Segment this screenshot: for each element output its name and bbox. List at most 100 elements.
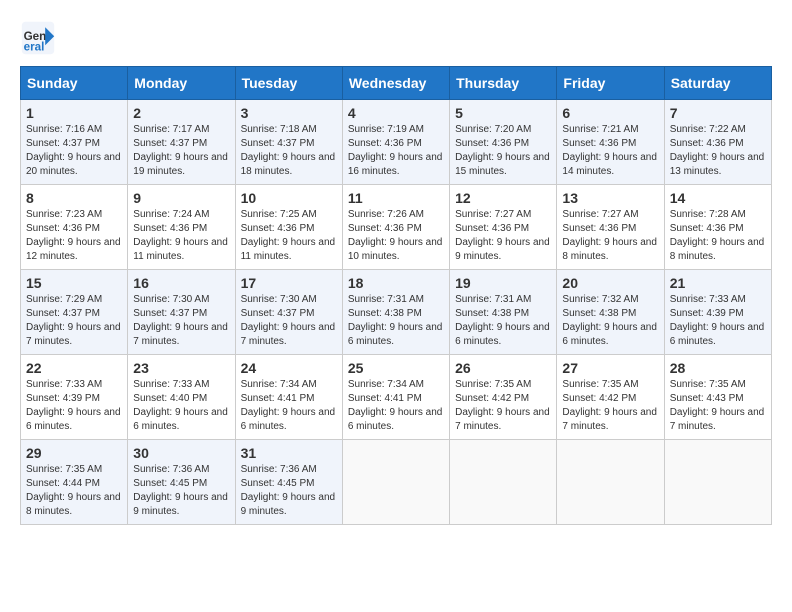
calendar-cell: 24 Sunrise: 7:34 AM Sunset: 4:41 PM Dayli… <box>235 355 342 440</box>
cell-info: Sunrise: 7:35 AM Sunset: 4:44 PM Dayligh… <box>26 463 122 519</box>
calendar-cell <box>450 440 557 525</box>
calendar-cell: 26 Sunrise: 7:35 AM Sunset: 4:42 PM Dayli… <box>450 355 557 440</box>
calendar-cell: 14 Sunrise: 7:28 AM Sunset: 4:36 PM Dayli… <box>664 185 771 270</box>
calendar-cell: 11 Sunrise: 7:26 AM Sunset: 4:36 PM Dayli… <box>342 185 449 270</box>
day-number: 16 <box>133 275 229 291</box>
cell-info: Sunrise: 7:34 AM Sunset: 4:41 PM Dayligh… <box>241 378 337 434</box>
day-number: 7 <box>670 105 766 121</box>
calendar-cell: 15 Sunrise: 7:29 AM Sunset: 4:37 PM Dayli… <box>21 270 128 355</box>
col-header-monday: Monday <box>128 67 235 100</box>
cell-info: Sunrise: 7:35 AM Sunset: 4:42 PM Dayligh… <box>562 378 658 434</box>
day-number: 31 <box>241 445 337 461</box>
day-number: 27 <box>562 360 658 376</box>
day-number: 30 <box>133 445 229 461</box>
calendar-cell: 16 Sunrise: 7:30 AM Sunset: 4:37 PM Dayli… <box>128 270 235 355</box>
cell-info: Sunrise: 7:33 AM Sunset: 4:40 PM Dayligh… <box>133 378 229 434</box>
day-number: 28 <box>670 360 766 376</box>
day-number: 24 <box>241 360 337 376</box>
day-number: 29 <box>26 445 122 461</box>
calendar-cell: 28 Sunrise: 7:35 AM Sunset: 4:43 PM Dayli… <box>664 355 771 440</box>
cell-info: Sunrise: 7:31 AM Sunset: 4:38 PM Dayligh… <box>455 293 551 349</box>
col-header-sunday: Sunday <box>21 67 128 100</box>
calendar-cell: 4 Sunrise: 7:19 AM Sunset: 4:36 PM Daylig… <box>342 100 449 185</box>
day-number: 11 <box>348 190 444 206</box>
calendar-cell: 23 Sunrise: 7:33 AM Sunset: 4:40 PM Dayli… <box>128 355 235 440</box>
header: Gen eral <box>20 20 772 56</box>
calendar-cell: 27 Sunrise: 7:35 AM Sunset: 4:42 PM Dayli… <box>557 355 664 440</box>
cell-info: Sunrise: 7:36 AM Sunset: 4:45 PM Dayligh… <box>133 463 229 519</box>
day-number: 25 <box>348 360 444 376</box>
day-number: 15 <box>26 275 122 291</box>
cell-info: Sunrise: 7:35 AM Sunset: 4:43 PM Dayligh… <box>670 378 766 434</box>
cell-info: Sunrise: 7:31 AM Sunset: 4:38 PM Dayligh… <box>348 293 444 349</box>
col-header-tuesday: Tuesday <box>235 67 342 100</box>
cell-info: Sunrise: 7:29 AM Sunset: 4:37 PM Dayligh… <box>26 293 122 349</box>
calendar-cell: 2 Sunrise: 7:17 AM Sunset: 4:37 PM Daylig… <box>128 100 235 185</box>
calendar-cell: 19 Sunrise: 7:31 AM Sunset: 4:38 PM Dayli… <box>450 270 557 355</box>
day-number: 9 <box>133 190 229 206</box>
day-number: 3 <box>241 105 337 121</box>
col-header-friday: Friday <box>557 67 664 100</box>
calendar-cell: 10 Sunrise: 7:25 AM Sunset: 4:36 PM Dayli… <box>235 185 342 270</box>
calendar-cell: 18 Sunrise: 7:31 AM Sunset: 4:38 PM Dayli… <box>342 270 449 355</box>
calendar-cell: 7 Sunrise: 7:22 AM Sunset: 4:36 PM Daylig… <box>664 100 771 185</box>
calendar-table: SundayMondayTuesdayWednesdayThursdayFrid… <box>20 66 772 525</box>
svg-text:eral: eral <box>24 41 45 54</box>
col-header-wednesday: Wednesday <box>342 67 449 100</box>
day-number: 6 <box>562 105 658 121</box>
cell-info: Sunrise: 7:20 AM Sunset: 4:36 PM Dayligh… <box>455 123 551 179</box>
calendar-cell: 20 Sunrise: 7:32 AM Sunset: 4:38 PM Dayli… <box>557 270 664 355</box>
calendar-cell: 9 Sunrise: 7:24 AM Sunset: 4:36 PM Daylig… <box>128 185 235 270</box>
calendar-cell <box>557 440 664 525</box>
calendar-cell: 17 Sunrise: 7:30 AM Sunset: 4:37 PM Dayli… <box>235 270 342 355</box>
calendar-cell <box>664 440 771 525</box>
calendar-cell <box>342 440 449 525</box>
cell-info: Sunrise: 7:24 AM Sunset: 4:36 PM Dayligh… <box>133 208 229 264</box>
day-number: 13 <box>562 190 658 206</box>
cell-info: Sunrise: 7:32 AM Sunset: 4:38 PM Dayligh… <box>562 293 658 349</box>
day-number: 2 <box>133 105 229 121</box>
day-number: 8 <box>26 190 122 206</box>
day-number: 12 <box>455 190 551 206</box>
calendar-cell: 1Sunrise: 7:16 AM Sunset: 4:37 PM Daylig… <box>21 100 128 185</box>
cell-info: Sunrise: 7:34 AM Sunset: 4:41 PM Dayligh… <box>348 378 444 434</box>
cell-info: Sunrise: 7:19 AM Sunset: 4:36 PM Dayligh… <box>348 123 444 179</box>
logo-icon: Gen eral <box>20 20 56 56</box>
cell-info: Sunrise: 7:16 AM Sunset: 4:37 PM Dayligh… <box>26 123 122 179</box>
calendar-cell: 8 Sunrise: 7:23 AM Sunset: 4:36 PM Daylig… <box>21 185 128 270</box>
calendar-cell: 6Sunrise: 7:21 AM Sunset: 4:36 PM Daylig… <box>557 100 664 185</box>
calendar-cell: 30 Sunrise: 7:36 AM Sunset: 4:45 PM Dayli… <box>128 440 235 525</box>
col-header-saturday: Saturday <box>664 67 771 100</box>
cell-info: Sunrise: 7:30 AM Sunset: 4:37 PM Dayligh… <box>133 293 229 349</box>
logo: Gen eral <box>20 20 60 56</box>
day-number: 10 <box>241 190 337 206</box>
calendar-cell: 21 Sunrise: 7:33 AM Sunset: 4:39 PM Dayli… <box>664 270 771 355</box>
cell-info: Sunrise: 7:33 AM Sunset: 4:39 PM Dayligh… <box>670 293 766 349</box>
cell-info: Sunrise: 7:26 AM Sunset: 4:36 PM Dayligh… <box>348 208 444 264</box>
calendar-cell: 13 Sunrise: 7:27 AM Sunset: 4:36 PM Dayli… <box>557 185 664 270</box>
day-number: 21 <box>670 275 766 291</box>
day-number: 14 <box>670 190 766 206</box>
cell-info: Sunrise: 7:17 AM Sunset: 4:37 PM Dayligh… <box>133 123 229 179</box>
day-number: 17 <box>241 275 337 291</box>
cell-info: Sunrise: 7:27 AM Sunset: 4:36 PM Dayligh… <box>455 208 551 264</box>
cell-info: Sunrise: 7:27 AM Sunset: 4:36 PM Dayligh… <box>562 208 658 264</box>
day-number: 4 <box>348 105 444 121</box>
cell-info: Sunrise: 7:23 AM Sunset: 4:36 PM Dayligh… <box>26 208 122 264</box>
day-number: 23 <box>133 360 229 376</box>
day-number: 20 <box>562 275 658 291</box>
cell-info: Sunrise: 7:30 AM Sunset: 4:37 PM Dayligh… <box>241 293 337 349</box>
cell-info: Sunrise: 7:35 AM Sunset: 4:42 PM Dayligh… <box>455 378 551 434</box>
calendar-cell: 31Sunrise: 7:36 AM Sunset: 4:45 PM Dayli… <box>235 440 342 525</box>
cell-info: Sunrise: 7:25 AM Sunset: 4:36 PM Dayligh… <box>241 208 337 264</box>
day-number: 26 <box>455 360 551 376</box>
calendar-cell: 22Sunrise: 7:33 AM Sunset: 4:39 PM Dayli… <box>21 355 128 440</box>
cell-info: Sunrise: 7:33 AM Sunset: 4:39 PM Dayligh… <box>26 378 122 434</box>
day-number: 19 <box>455 275 551 291</box>
day-number: 18 <box>348 275 444 291</box>
cell-info: Sunrise: 7:22 AM Sunset: 4:36 PM Dayligh… <box>670 123 766 179</box>
calendar-cell: 12 Sunrise: 7:27 AM Sunset: 4:36 PM Dayli… <box>450 185 557 270</box>
cell-info: Sunrise: 7:18 AM Sunset: 4:37 PM Dayligh… <box>241 123 337 179</box>
calendar-cell: 29 Sunrise: 7:35 AM Sunset: 4:44 PM Dayli… <box>21 440 128 525</box>
cell-info: Sunrise: 7:28 AM Sunset: 4:36 PM Dayligh… <box>670 208 766 264</box>
